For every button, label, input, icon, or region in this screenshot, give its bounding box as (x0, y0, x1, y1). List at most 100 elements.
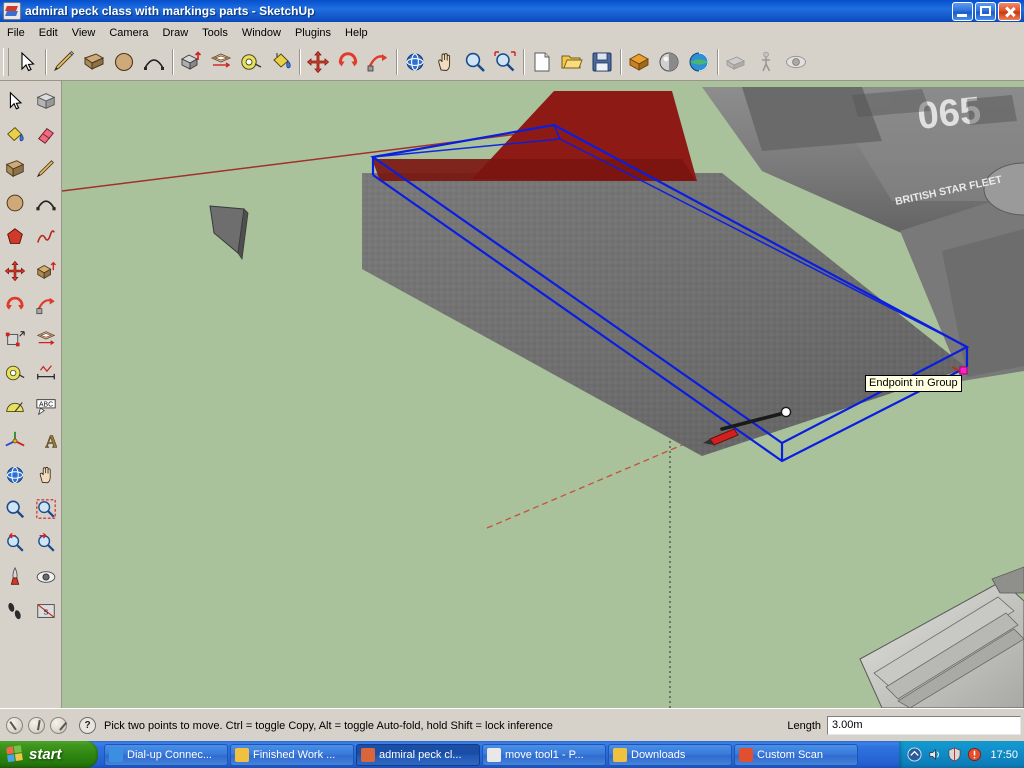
zoom-extents-tool[interactable] (490, 47, 520, 77)
select-tool[interactable] (12, 47, 42, 77)
paint-bucket-tool[interactable] (0, 118, 31, 152)
menu-tools[interactable]: Tools (195, 24, 235, 42)
offset-tool[interactable] (206, 47, 236, 77)
position-camera-tool[interactable] (721, 47, 751, 77)
toolbar-grip[interactable] (3, 47, 9, 76)
pan-tool[interactable] (430, 47, 460, 77)
tape-measure-tool[interactable] (0, 356, 31, 390)
close-button[interactable] (998, 1, 1021, 21)
save-button[interactable] (587, 47, 617, 77)
tool-row (0, 254, 61, 288)
taskbar-item-label: Custom Scan (757, 748, 824, 761)
status-gauge-1[interactable] (6, 717, 23, 734)
tool-row (0, 492, 61, 526)
antivirus-tray-icon[interactable] (967, 747, 982, 762)
section-plane-tool[interactable]: S (31, 594, 62, 628)
minimize-button[interactable] (952, 1, 973, 21)
rectangle-tool[interactable] (0, 152, 31, 186)
arc-tool[interactable] (139, 47, 169, 77)
move-tool[interactable] (303, 47, 333, 77)
vcb-input[interactable]: 3.00m (827, 716, 1021, 735)
system-tray: 17:50 (899, 741, 1024, 768)
look-around-tool[interactable] (31, 560, 62, 594)
toolbar-separator (169, 47, 176, 77)
tape-measure-tool[interactable] (236, 47, 266, 77)
text-abc-icon[interactable]: ABC (31, 390, 62, 424)
pushpull-tool[interactable] (176, 47, 206, 77)
axes-tool[interactable] (0, 424, 31, 458)
taskbar-item-label: Downloads (631, 748, 686, 761)
taskbar-item-move-tool[interactable]: move tool1 - P... (482, 743, 606, 766)
zoom-tool[interactable] (0, 492, 31, 526)
follow-me-tool[interactable] (31, 288, 62, 322)
orbit-tool[interactable] (0, 458, 31, 492)
select-tool[interactable] (0, 84, 31, 118)
endpoint-marker (959, 366, 968, 375)
eraser-tool[interactable] (31, 118, 62, 152)
taskbar-item-custom-scan[interactable]: Custom Scan (734, 743, 858, 766)
offset-tool[interactable] (31, 322, 62, 356)
pan-tool[interactable] (31, 458, 62, 492)
taskbar-buttons: Dial-up Connec... Finished Work ... admi… (104, 743, 899, 766)
model-viewport[interactable]: 065 BRITISH STAR FLEET Endpoint in Group (62, 81, 1024, 708)
taskbar-item-sketchup[interactable]: admiral peck cl... (356, 743, 480, 766)
freehand-tool[interactable] (31, 220, 62, 254)
previous-view-tool[interactable] (0, 526, 31, 560)
move-tool[interactable] (0, 254, 31, 288)
start-button[interactable]: start (0, 741, 98, 768)
position-camera-tool[interactable] (0, 560, 31, 594)
next-view-tool[interactable] (31, 526, 62, 560)
shield-tray-icon[interactable] (947, 747, 962, 762)
menu-help[interactable]: Help (338, 24, 375, 42)
dimension-tool[interactable] (31, 356, 62, 390)
menu-view[interactable]: View (65, 24, 103, 42)
walk-tool[interactable] (0, 594, 31, 628)
make-component-icon[interactable] (31, 84, 62, 118)
pushpull-tool[interactable] (31, 254, 62, 288)
zoom-window-tool[interactable] (31, 492, 62, 526)
volume-tray-icon[interactable] (927, 747, 942, 762)
look-around-tool[interactable] (781, 47, 811, 77)
rotate-tool[interactable] (0, 288, 31, 322)
status-gauge-2[interactable] (28, 717, 45, 734)
taskbar-clock[interactable]: 17:50 (990, 749, 1018, 761)
orbit-tool[interactable] (400, 47, 430, 77)
protractor-tool[interactable] (0, 390, 31, 424)
maximize-button[interactable] (975, 1, 996, 21)
circle-tool[interactable] (109, 47, 139, 77)
circle-tool[interactable] (0, 186, 31, 220)
line-tool[interactable] (31, 152, 62, 186)
status-gauge-3[interactable] (50, 717, 67, 734)
open-button[interactable] (557, 47, 587, 77)
polygon-tool[interactable] (0, 220, 31, 254)
menu-window[interactable]: Window (235, 24, 288, 42)
rectangle-tool[interactable] (79, 47, 109, 77)
menu-draw[interactable]: Draw (155, 24, 195, 42)
3d-model-scene: 065 BRITISH STAR FLEET (62, 81, 1024, 708)
menu-plugins[interactable]: Plugins (288, 24, 338, 42)
arc-tool[interactable] (31, 186, 62, 220)
3d-text-icon[interactable]: A (31, 424, 62, 458)
walk-tool[interactable] (751, 47, 781, 77)
paint-bucket-tool[interactable] (266, 47, 296, 77)
taskbar-item-finished-work[interactable]: Finished Work ... (230, 743, 354, 766)
tool-row (0, 84, 61, 118)
folder-icon (235, 747, 249, 762)
menu-camera[interactable]: Camera (102, 24, 155, 42)
menu-edit[interactable]: Edit (32, 24, 65, 42)
components-button[interactable] (624, 47, 654, 77)
styles-button[interactable] (684, 47, 714, 77)
materials-button[interactable] (654, 47, 684, 77)
question-mark-icon[interactable]: ? (79, 717, 96, 734)
menu-file[interactable]: File (0, 24, 32, 42)
rotate-tool[interactable] (333, 47, 363, 77)
taskbar-item-dialup[interactable]: Dial-up Connec... (104, 743, 228, 766)
taskbar-item-downloads[interactable]: Downloads (608, 743, 732, 766)
network-tray-icon[interactable] (907, 747, 922, 762)
zoom-tool[interactable] (460, 47, 490, 77)
line-tool[interactable] (49, 47, 79, 77)
tool-row (0, 526, 61, 560)
scale-tool[interactable] (0, 322, 31, 356)
follow-me-tool[interactable] (363, 47, 393, 77)
new-button[interactable] (527, 47, 557, 77)
